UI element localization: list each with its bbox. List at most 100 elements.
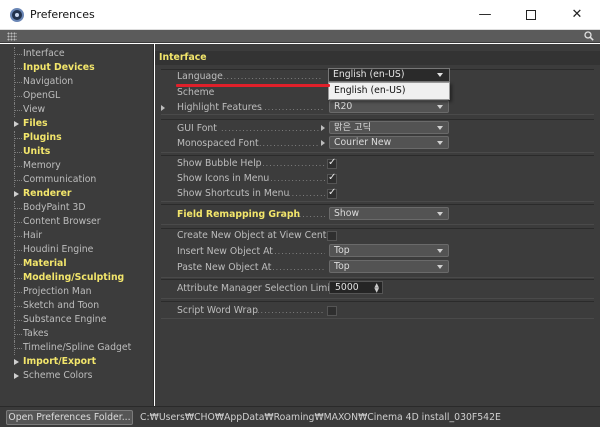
window-title: Preferences <box>30 8 95 21</box>
cinema4d-app-icon <box>10 8 24 22</box>
leader-dots: ...................... <box>265 263 325 272</box>
sidebar-item-label: Takes <box>23 328 49 339</box>
script-word-wrap-label: Script Word Wrap <box>177 305 258 316</box>
leader-dots: .................................. <box>223 72 323 81</box>
sidebar-item-label: Interface <box>23 48 65 59</box>
language-select[interactable]: English (en-US) <box>328 68 450 82</box>
sidebar-item-interface[interactable]: Interface <box>0 47 154 61</box>
chevron-down-icon <box>437 249 443 253</box>
script-word-wrap-checkbox[interactable] <box>327 306 337 316</box>
sidebar: Interface Input Devices Navigation OpenG… <box>0 44 154 406</box>
sidebar-item-label: Scheme Colors <box>23 370 93 381</box>
create-at-view-center-checkbox[interactable] <box>327 231 337 241</box>
section-header: Interface <box>155 51 600 65</box>
sidebar-item-navigation[interactable]: Navigation <box>0 75 154 89</box>
language-option[interactable]: English (en-US) <box>328 82 450 100</box>
maximize-icon <box>526 9 536 20</box>
sidebar-item-communication[interactable]: Communication <box>0 173 154 187</box>
sidebar-item-label: Substance Engine <box>23 314 107 325</box>
sidebar-item-plugins[interactable]: Plugins <box>0 131 154 145</box>
close-button[interactable]: ✕ <box>554 0 600 30</box>
expand-arrow-icon[interactable] <box>321 125 325 131</box>
stepper-arrows-icon[interactable]: ▲ ▼ <box>374 283 379 294</box>
sidebar-item-units[interactable]: Units <box>0 145 154 159</box>
sidebar-item-opengl[interactable]: OpenGL <box>0 89 154 103</box>
sidebar-item-files[interactable]: Files <box>0 117 154 131</box>
grip-icon[interactable] <box>7 32 17 41</box>
sidebar-item-label: Hair <box>23 230 43 241</box>
leader-dots: ................ <box>281 189 325 198</box>
sidebar-item-label: BodyPaint 3D <box>23 202 86 213</box>
sidebar-item-timeline-spline-gadget[interactable]: Timeline/Spline Gadget <box>0 341 154 355</box>
monospaced-font-label: Monospaced Font <box>177 138 259 149</box>
sidebar-item-label: Houdini Engine <box>23 244 94 255</box>
expand-arrow-icon[interactable] <box>321 140 325 146</box>
preferences-path: C:₩Users₩CHO₩AppData₩Roaming₩MAXON₩Cinem… <box>140 412 501 423</box>
sidebar-item-bodypaint-3d[interactable]: BodyPaint 3D <box>0 201 154 215</box>
highlight-features-label: Highlight Features <box>177 102 262 113</box>
field-remapping-graph-select[interactable]: Show <box>329 207 449 220</box>
show-icons-in-menu-label: Show Icons in Menu <box>177 173 270 184</box>
expand-arrow-icon[interactable] <box>14 359 19 365</box>
search-icon[interactable] <box>584 31 594 41</box>
expand-arrow-icon[interactable] <box>14 373 19 379</box>
sidebar-item-input-devices[interactable]: Input Devices <box>0 61 154 75</box>
leader-dots: .................................. <box>221 124 319 133</box>
insert-new-object-label: Insert New Object At <box>177 246 273 257</box>
language-label: Language <box>177 71 223 82</box>
show-icons-in-menu-checkbox[interactable] <box>327 172 337 184</box>
sidebar-item-scheme-colors[interactable]: Scheme Colors <box>0 369 154 383</box>
insert-new-object-select[interactable]: Top <box>329 244 449 257</box>
leader-dots: ............................ <box>257 306 325 315</box>
sidebar-item-material[interactable]: Material <box>0 257 154 271</box>
open-preferences-folder-button[interactable]: Open Preferences Folder... <box>6 410 133 425</box>
sidebar-item-label: Files <box>23 118 48 129</box>
maximize-button[interactable] <box>508 0 554 30</box>
expand-arrow-icon[interactable] <box>14 191 19 197</box>
paste-new-object-label: Paste New Object At <box>177 262 272 273</box>
scheme-label: Scheme <box>177 87 215 98</box>
gui-font-label: GUI Font <box>177 123 217 134</box>
bottom-bar: Open Preferences Folder... C:₩Users₩CHO₩… <box>0 406 600 427</box>
sidebar-item-label: Sketch and Toon <box>23 300 100 311</box>
sidebar-item-sketch-and-toon[interactable]: Sketch and Toon <box>0 299 154 313</box>
sidebar-item-content-browser[interactable]: Content Browser <box>0 215 154 229</box>
sidebar-item-hair[interactable]: Hair <box>0 229 154 243</box>
sidebar-item-houdini-engine[interactable]: Houdini Engine <box>0 243 154 257</box>
show-shortcuts-in-menu-checkbox[interactable] <box>327 187 337 199</box>
sidebar-item-label: Input Devices <box>23 62 95 73</box>
sidebar-item-label: Memory <box>23 160 61 171</box>
sidebar-item-label: Units <box>23 146 51 157</box>
gui-font-select[interactable]: 맑은 고딕 <box>329 121 449 134</box>
sidebar-item-label: Import/Export <box>23 356 97 367</box>
sidebar-item-substance-engine[interactable]: Substance Engine <box>0 313 154 327</box>
sidebar-item-label: Material <box>23 258 67 269</box>
highlight-features-select[interactable]: R20 <box>329 100 449 113</box>
sidebar-item-import-export[interactable]: Import/Export <box>0 355 154 369</box>
sidebar-item-memory[interactable]: Memory <box>0 159 154 173</box>
leader-dots: ................ <box>281 210 325 219</box>
toolbar <box>0 30 600 43</box>
chevron-down-icon <box>437 126 443 130</box>
title-bar: Preferences — ✕ <box>0 0 600 30</box>
sidebar-item-projection-man[interactable]: Projection Man <box>0 285 154 299</box>
show-bubble-help-checkbox[interactable] <box>327 157 337 169</box>
sidebar-item-label: Renderer <box>23 188 72 199</box>
sidebar-item-label: Projection Man <box>23 286 92 297</box>
expand-arrow-icon[interactable] <box>161 105 165 111</box>
sidebar-item-view[interactable]: View <box>0 103 154 117</box>
attribute-selection-limit-stepper[interactable]: 5000 ▲ ▼ <box>329 281 383 294</box>
monospaced-font-select[interactable]: Courier New <box>329 136 449 149</box>
leader-dots: ...................... <box>267 247 325 256</box>
expand-arrow-icon[interactable] <box>14 121 19 127</box>
leader-dots: ......................... <box>255 159 325 168</box>
sidebar-item-modeling-sculpting[interactable]: Modeling/Sculpting <box>0 271 154 285</box>
show-shortcuts-in-menu-label: Show Shortcuts in Menu <box>177 188 290 199</box>
chevron-down-icon <box>437 141 443 145</box>
chevron-down-icon <box>437 105 443 109</box>
annotation-underline <box>176 84 330 87</box>
minimize-button[interactable]: — <box>462 0 508 30</box>
paste-new-object-select[interactable]: Top <box>329 260 449 273</box>
sidebar-item-takes[interactable]: Takes <box>0 327 154 341</box>
sidebar-item-renderer[interactable]: Renderer <box>0 187 154 201</box>
